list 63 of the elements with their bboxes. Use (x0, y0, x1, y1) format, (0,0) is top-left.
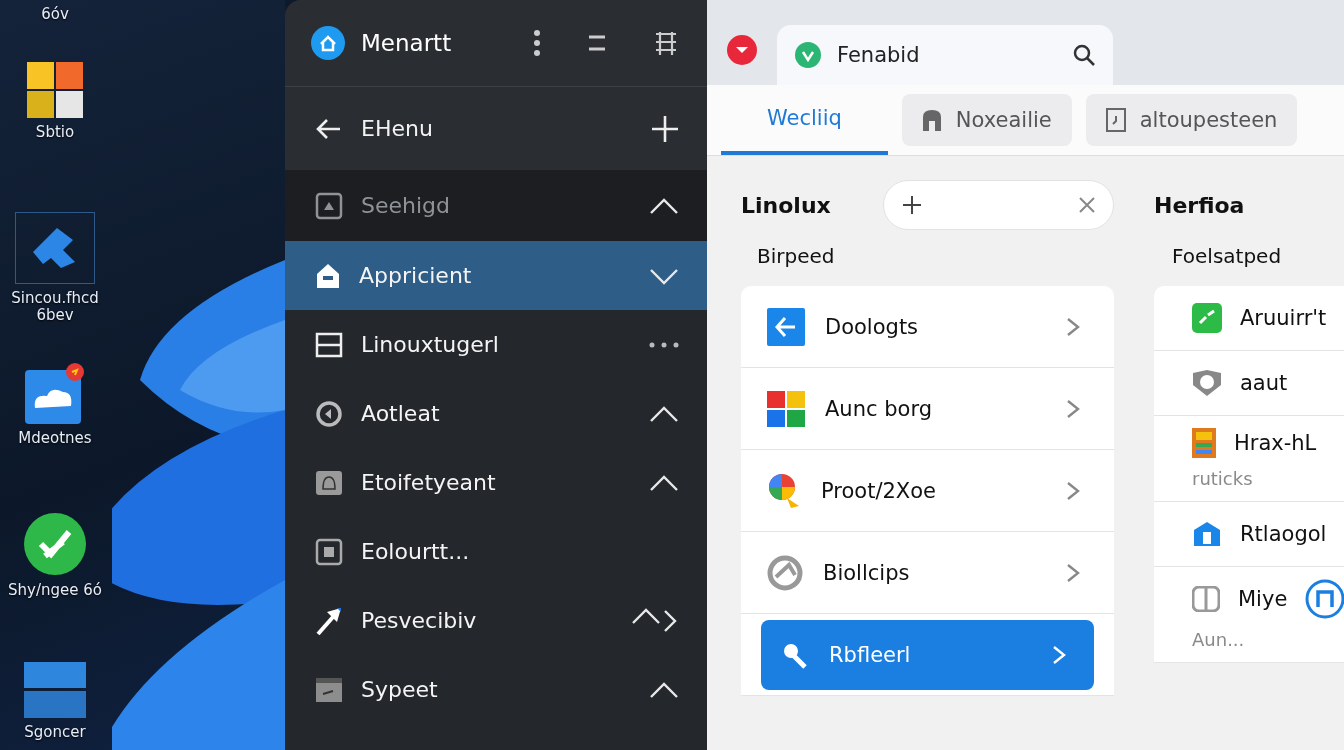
bookmark-icon (921, 109, 942, 131)
list-item[interactable]: Rbfleerl (761, 619, 1094, 690)
menu-item[interactable]: Appricient (285, 241, 707, 310)
item-note: Aun... (1192, 629, 1246, 650)
more-icon[interactable] (649, 341, 679, 348)
leaf-icon (795, 42, 821, 68)
list-item-text[interactable]: aaut (1240, 371, 1288, 395)
building-icon (1192, 520, 1222, 548)
close-icon[interactable] (1079, 197, 1095, 213)
section-heading: Linolux (741, 192, 831, 218)
book-open-icon (1192, 586, 1220, 612)
four-squares-icon (767, 390, 805, 427)
panel-icon (315, 330, 343, 359)
check-circle-icon[interactable] (23, 512, 87, 576)
clock-file-icon (1105, 108, 1126, 132)
bell-icon (315, 468, 343, 497)
house-icon (315, 261, 341, 290)
desktop-icon-label[interactable]: Sgoncer (3, 724, 107, 742)
desktop-icon-label[interactable]: Mdeotnes (3, 430, 107, 448)
desktop-icon-label[interactable]: Sbtio (3, 124, 107, 142)
nav-tab[interactable]: Wecliiq (721, 85, 888, 155)
plus-icon[interactable] (901, 195, 922, 215)
sprout-icon (1192, 303, 1222, 333)
menu-subheader: EHenu (361, 116, 434, 141)
circle-icon (315, 399, 343, 428)
list-item[interactable]: Aunc borg (767, 367, 1088, 450)
input-field[interactable] (882, 180, 1114, 230)
section-heading: Herfioa (1154, 192, 1245, 218)
desktop-icon-label[interactable]: 6óv (3, 6, 107, 24)
nav-tab[interactable]: Noxeailie (901, 94, 1072, 146)
search-icon[interactable] (1073, 44, 1095, 66)
window-icon (315, 676, 343, 703)
desktop-icon-label[interactable]: Shy/ngee 6ó (3, 582, 107, 600)
tiles-icon[interactable] (27, 62, 83, 118)
image-icon (315, 191, 343, 220)
square-icon (315, 537, 343, 566)
pinwheel-icon (767, 471, 801, 510)
list-item[interactable]: Biollcips (767, 531, 1088, 614)
tool-icon (767, 554, 803, 591)
list-item-text[interactable]: Rtlaogol (1240, 522, 1327, 546)
home-icon (311, 26, 345, 60)
section-subtitle: Birpeed (757, 244, 836, 268)
list-item[interactable]: Doologts (767, 285, 1088, 368)
list-item-text[interactable]: Hrax-hL (1234, 431, 1317, 455)
browser-tab[interactable]: Fenabid (777, 25, 1113, 85)
list-item[interactable]: Proot/2Xoe (767, 449, 1088, 532)
arrow-icon (315, 605, 343, 636)
grid-icon[interactable] (653, 30, 679, 56)
list-item-text[interactable]: Miye (1238, 587, 1288, 611)
kebab-menu-icon[interactable] (533, 29, 541, 57)
cloud-app-icon[interactable] (23, 362, 87, 424)
book-icon (1192, 428, 1216, 458)
window-icon[interactable] (24, 662, 86, 718)
app-badge-icon[interactable] (727, 34, 757, 65)
desktop-icon-label[interactable]: Sincou.fhcd 6bev (3, 290, 107, 325)
section-subtitle: Foelsatped (1172, 244, 1283, 268)
list-item-text[interactable]: Aruuirr't (1240, 306, 1327, 330)
shield-icon (1192, 369, 1222, 397)
back-arrow-icon[interactable] (315, 117, 341, 140)
pin-icon[interactable] (15, 212, 95, 284)
menu-title: Menartt (361, 30, 453, 56)
nav-tab[interactable]: altoupesteen (1085, 94, 1298, 146)
item-note: ruticks (1192, 468, 1254, 489)
